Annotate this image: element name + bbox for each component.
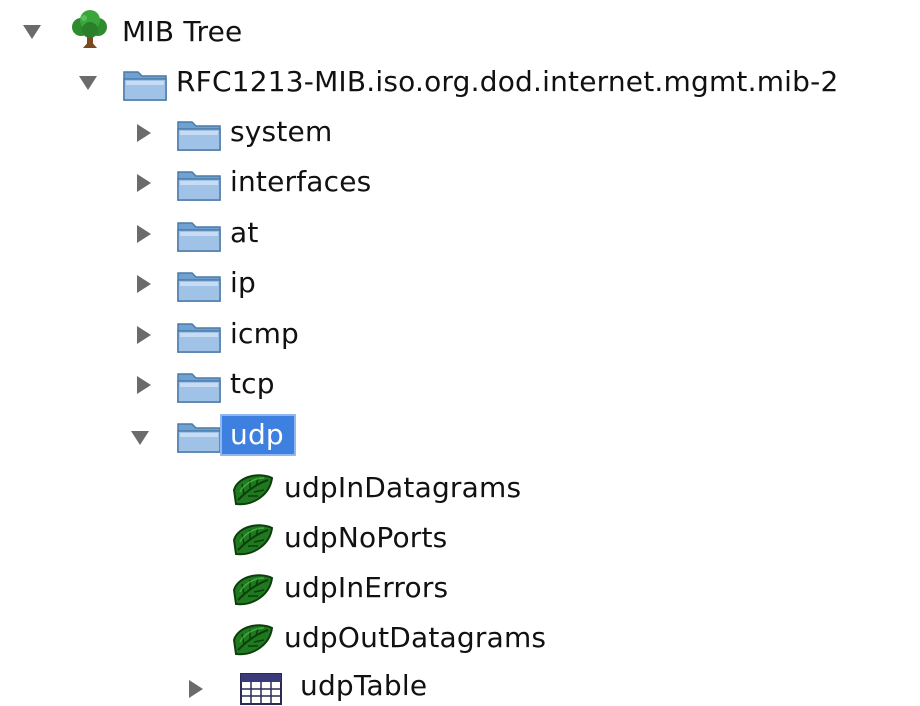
tree-node-label: RFC1213-MIB.iso.org.dod.internet.mgmt.mi… (176, 65, 839, 98)
tree-node-label: interfaces (230, 165, 372, 198)
folder-icon (176, 166, 222, 202)
tree-node-label: ip (230, 266, 256, 299)
folder-icon (122, 66, 168, 102)
chevron-down-icon[interactable] (23, 25, 41, 39)
tree-node-label: udpInDatagrams (284, 471, 522, 504)
expand-toggle[interactable] (128, 426, 152, 450)
tree-node-label: at (230, 216, 259, 249)
tree-node-label: system (230, 115, 333, 148)
chevron-right-icon[interactable] (137, 275, 151, 293)
folder-icon (176, 318, 222, 354)
chevron-right-icon[interactable] (137, 124, 151, 142)
folder-icon (176, 217, 222, 253)
tree-node-label: udpNoPorts (284, 521, 448, 554)
table-icon (240, 673, 282, 705)
chevron-right-icon[interactable] (137, 376, 151, 394)
chevron-right-icon[interactable] (137, 225, 151, 243)
tree-node-label: icmp (230, 317, 300, 350)
leaf-icon (230, 520, 276, 560)
folder-icon (176, 368, 222, 404)
expand-toggle[interactable] (184, 677, 208, 701)
folder-icon (176, 418, 222, 454)
tree-icon (68, 10, 112, 50)
expand-toggle[interactable] (132, 373, 156, 397)
chevron-right-icon[interactable] (137, 174, 151, 192)
tree-node-label: tcp (230, 367, 275, 400)
expand-toggle[interactable] (132, 171, 156, 195)
folder-icon (176, 116, 222, 152)
expand-toggle[interactable] (132, 121, 156, 145)
expand-toggle[interactable] (132, 222, 156, 246)
chevron-down-icon[interactable] (131, 431, 149, 445)
tree-node-label-selected: udp (220, 414, 296, 456)
folder-icon (176, 267, 222, 303)
leaf-icon (230, 620, 276, 660)
tree-node-label: MIB Tree (122, 15, 243, 48)
chevron-down-icon[interactable] (79, 76, 97, 90)
chevron-right-icon[interactable] (137, 326, 151, 344)
expand-toggle[interactable] (132, 323, 156, 347)
leaf-icon (230, 570, 276, 610)
expand-toggle[interactable] (132, 272, 156, 296)
chevron-right-icon[interactable] (189, 680, 203, 698)
tree-node-label: udpTable (300, 669, 428, 702)
leaf-icon (230, 470, 276, 510)
expand-toggle[interactable] (20, 20, 44, 44)
expand-toggle[interactable] (76, 71, 100, 95)
tree-node-label: udpInErrors (284, 571, 449, 604)
mib-tree: MIB Tree RFC1213-MIB.iso.org.dod.interne… (0, 0, 920, 706)
tree-node-label: udpOutDatagrams (284, 621, 547, 654)
